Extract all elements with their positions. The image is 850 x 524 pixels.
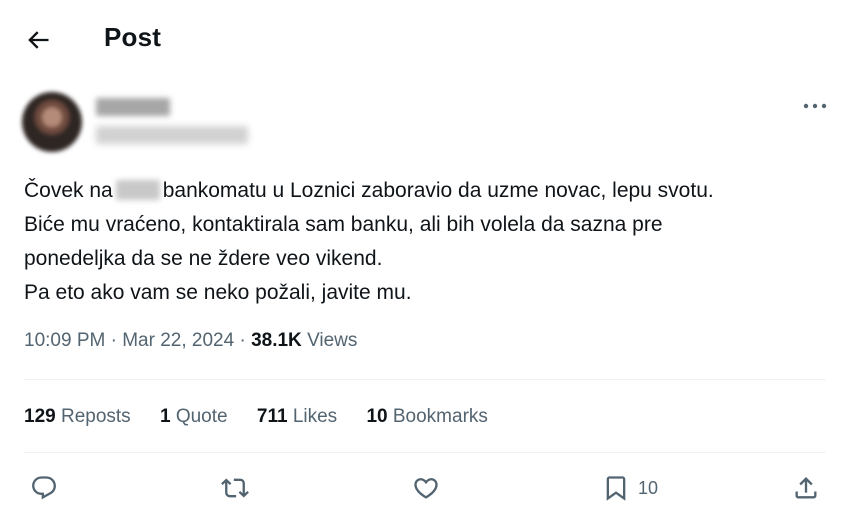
share-icon (795, 477, 817, 499)
divider (24, 379, 826, 380)
engagement-stats: 129 Reposts 1 Quote 711 Likes 10 Bookmar… (24, 406, 512, 428)
bookmark-icon (606, 476, 626, 501)
divider (24, 452, 826, 453)
share-button[interactable] (792, 468, 820, 508)
tweet-text: Čovek na bankomatu u Loznici zaboravio da… (24, 174, 834, 310)
tweet-line: ponedeljka da se ne ždere veo vikend. (24, 247, 383, 270)
tweet-line: Biće mu vraćeno, kontaktirala sam banku,… (24, 213, 663, 236)
arrow-left-icon[interactable] (24, 26, 52, 54)
meta-separator: · (110, 330, 117, 351)
meta-separator: · (239, 330, 246, 351)
tweet-line: Pa eto ako vam se neko požali, javite mu… (24, 281, 412, 304)
bookmark-button[interactable]: 10 (602, 468, 658, 508)
redacted-word (115, 180, 160, 200)
page-header: Post (0, 0, 850, 78)
tweet-date[interactable]: Mar 22, 2024 (122, 330, 234, 351)
reposts-stat[interactable]: 129 Reposts (24, 406, 131, 428)
tweet-time[interactable]: 10:09 PM (24, 330, 105, 351)
repost-button[interactable] (221, 468, 249, 508)
views-label: Views (307, 330, 358, 351)
repost-icon (221, 478, 249, 498)
author-name-blurred[interactable] (96, 98, 170, 116)
bookmarks-stat[interactable]: 10 Bookmarks (366, 406, 487, 428)
quotes-stat[interactable]: 1 Quote (160, 406, 228, 428)
tweet-meta: 10:09 PM · Mar 22, 2024 · 38.1K Views (24, 330, 357, 352)
likes-stat[interactable]: 711 Likes (257, 406, 337, 428)
avatar[interactable] (22, 92, 82, 152)
page-title: Post (104, 22, 162, 52)
like-button[interactable] (412, 468, 440, 508)
more-horizontal-icon[interactable] (802, 96, 828, 116)
heart-icon (414, 478, 438, 499)
reply-icon (32, 476, 56, 500)
author-handle-blurred[interactable] (96, 126, 248, 144)
bookmark-count: 10 (638, 477, 659, 498)
views-count: 38.1K (251, 330, 302, 351)
action-bar: 10 (0, 468, 850, 508)
tweet-line: Čovek na bankomatu u Loznici zaboravio da… (24, 179, 714, 202)
reply-button[interactable] (30, 468, 58, 508)
